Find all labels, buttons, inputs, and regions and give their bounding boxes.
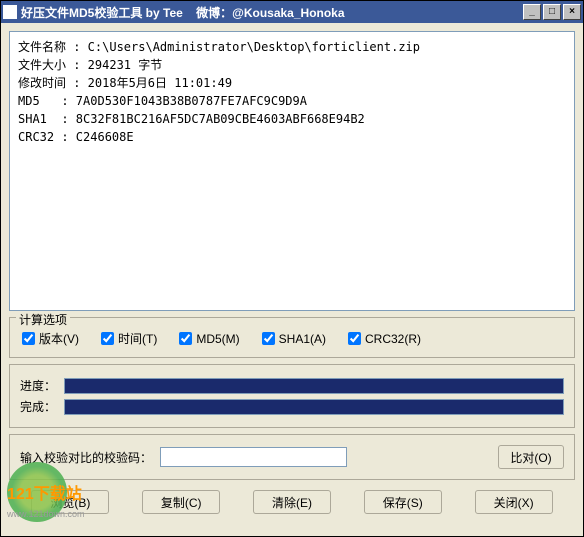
content-area: 文件名称 : C:\Users\Administrator\Desktop\fo… [1,23,583,536]
save-button[interactable]: 保存(S) [364,490,442,514]
options-group: 计算选项 版本(V) 时间(T) MD5(M) SHA1(A) CRC32(R) [9,317,575,358]
verify-row: 输入校验对比的校验码： 比对(O) [9,434,575,480]
app-window: 好压文件MD5校验工具 by Tee 微博：@Kousaka_Honoka _ … [0,0,584,537]
window-title: 好压文件MD5校验工具 by Tee 微博：@Kousaka_Honoka [21,4,523,21]
time-checkbox[interactable]: 时间(T) [101,330,157,347]
options-row: 版本(V) 时间(T) MD5(M) SHA1(A) CRC32(R) [18,328,566,349]
sha1-checkbox[interactable]: SHA1(A) [262,332,326,346]
app-icon [3,5,17,19]
button-row: 浏览(B) 复制(C) 清除(E) 保存(S) 关闭(X) [9,486,575,518]
titlebar: 好压文件MD5校验工具 by Tee 微博：@Kousaka_Honoka _ … [1,1,583,23]
verify-input[interactable] [160,447,347,467]
crc32-checkbox[interactable]: CRC32(R) [348,332,421,346]
version-checkbox[interactable]: 版本(V) [22,330,79,347]
watermark-text: 121下载站 www.121down.com [7,480,85,522]
window-buttons: _ □ × [523,4,581,20]
options-legend: 计算选项 [16,311,70,328]
progress-label: 进度： [20,377,56,394]
complete-bar [64,399,564,415]
complete-label: 完成： [20,398,56,415]
close-button[interactable]: 关闭(X) [475,490,553,514]
progress-bar [64,378,564,394]
minimize-button[interactable]: _ [523,4,541,20]
hash-output[interactable]: 文件名称 : C:\Users\Administrator\Desktop\fo… [9,31,575,311]
md5-checkbox[interactable]: MD5(M) [179,332,239,346]
progress-group: 进度： 完成： [9,364,575,428]
clear-button[interactable]: 清除(E) [253,490,331,514]
close-window-button[interactable]: × [563,4,581,20]
copy-button[interactable]: 复制(C) [142,490,220,514]
maximize-button[interactable]: □ [543,4,561,20]
compare-button[interactable]: 比对(O) [498,445,564,469]
